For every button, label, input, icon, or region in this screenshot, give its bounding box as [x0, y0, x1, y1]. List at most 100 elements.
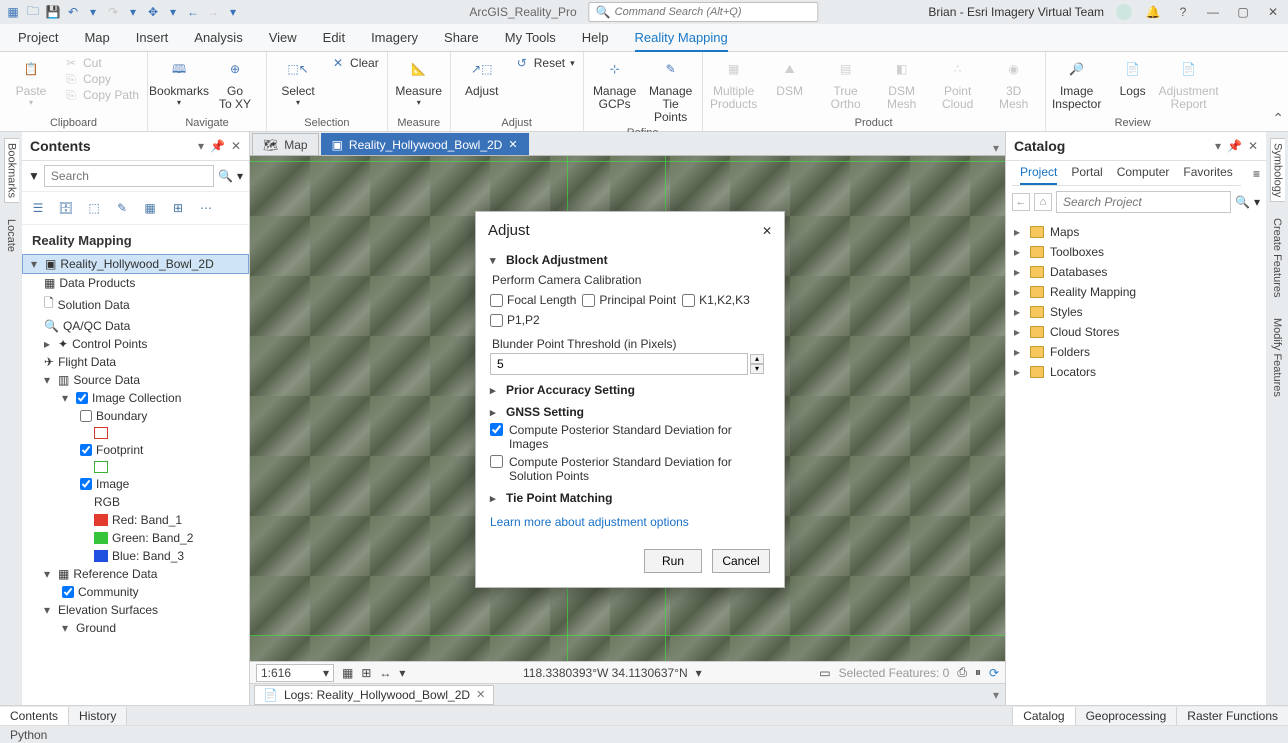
tree-node[interactable]: 🔍QA/QC Data — [22, 317, 249, 335]
status-btn-icon[interactable]: ⊞ — [361, 666, 371, 680]
vtab-create-features[interactable]: Create Features — [1270, 214, 1284, 301]
list-by-selection-icon[interactable]: ⬚ — [84, 198, 104, 218]
save-icon[interactable]: 💾 — [46, 5, 60, 19]
section-tie-point[interactable]: ▸Tie Point Matching — [490, 491, 770, 505]
catalog-tab-portal[interactable]: Portal — [1071, 165, 1102, 185]
status-btn-icon[interactable]: ▦ — [342, 666, 353, 680]
tree-project-node[interactable]: ▾▣Reality_Hollywood_Bowl_2D — [22, 254, 249, 274]
python-bar[interactable]: Python — [0, 725, 1288, 743]
measure-button[interactable]: 📐Measure▾ — [396, 56, 442, 108]
tree-node[interactable]: ▦Data Products — [22, 274, 249, 292]
spin-up-icon[interactable]: ▴ — [750, 354, 764, 364]
vtab-locate[interactable]: Locate — [4, 215, 18, 256]
menu-mytools[interactable]: My Tools — [505, 30, 556, 45]
layer-checkbox[interactable] — [62, 586, 74, 598]
k123-checkbox[interactable]: K1,K2,K3 — [682, 293, 750, 307]
menu-analysis[interactable]: Analysis — [194, 30, 242, 45]
tree-node[interactable]: ▸✦Control Points — [22, 335, 249, 353]
pin-icon[interactable]: 📌 — [210, 139, 225, 153]
command-search-input[interactable] — [615, 6, 812, 18]
bottom-tab-raster-functions[interactable]: Raster Functions — [1176, 707, 1288, 725]
layer-checkbox[interactable] — [80, 410, 92, 422]
list-by-editing-icon[interactable]: ✎ — [112, 198, 132, 218]
qat-customize-icon[interactable]: ▾ — [226, 5, 240, 19]
map-view[interactable]: Adjust ✕ ▾Block Adjustment Perform Camer… — [250, 156, 1005, 661]
catalog-menu-icon[interactable]: ≡ — [1253, 167, 1260, 181]
catalog-tab-project[interactable]: Project — [1020, 165, 1057, 185]
search-options-icon[interactable]: ▾ — [237, 169, 243, 183]
close-tab-icon[interactable]: ✕ — [476, 688, 485, 701]
refresh-icon[interactable]: ⟳ — [989, 666, 999, 680]
snapping-icon[interactable]: ⎙ — [957, 665, 967, 680]
tree-node[interactable]: ✈Flight Data — [22, 353, 249, 371]
open-icon[interactable]: 🗀 — [26, 5, 40, 19]
bottom-tab-geoprocessing[interactable]: Geoprocessing — [1075, 707, 1177, 725]
select-button[interactable]: ⬚↖Select▾ — [275, 56, 321, 108]
catalog-item[interactable]: ▸Toolboxes — [1008, 242, 1264, 262]
vtab-modify-features[interactable]: Modify Features — [1270, 314, 1284, 401]
catalog-tab-computer[interactable]: Computer — [1117, 165, 1170, 185]
menu-insert[interactable]: Insert — [136, 30, 169, 45]
menu-reality-mapping[interactable]: Reality Mapping — [635, 30, 728, 52]
status-btn-icon[interactable]: ▾ — [399, 666, 405, 680]
tree-node[interactable]: Boundary — [22, 407, 249, 425]
doc-tab-reality[interactable]: ▣Reality_Hollywood_Bowl_2D✕ — [321, 133, 529, 155]
menu-edit[interactable]: Edit — [323, 30, 345, 45]
back-icon[interactable]: ← — [186, 5, 200, 19]
posterior-images-checkbox[interactable] — [490, 423, 503, 436]
logs-button[interactable]: 📄Logs — [1110, 56, 1156, 98]
principal-point-checkbox[interactable]: Principal Point — [582, 293, 676, 307]
reset-button[interactable]: ↺Reset ▾ — [515, 56, 575, 70]
catalog-item[interactable]: ▸Cloud Stores — [1008, 322, 1264, 342]
catalog-tab-favorites[interactable]: Favorites — [1183, 165, 1232, 185]
p12-checkbox[interactable]: P1,P2 — [490, 313, 540, 327]
section-prior-accuracy[interactable]: ▸Prior Accuracy Setting — [490, 383, 770, 397]
selection-chip-icon[interactable]: ▭ — [819, 666, 830, 680]
tree-node[interactable]: ▾Ground — [22, 619, 249, 637]
focal-length-checkbox[interactable]: Focal Length — [490, 293, 576, 307]
list-by-snapping-icon[interactable]: ▦ — [140, 198, 160, 218]
maximize-icon[interactable]: ▢ — [1234, 3, 1252, 21]
section-gnss[interactable]: ▸GNSS Setting — [490, 405, 770, 419]
catalog-item[interactable]: ▸Databases — [1008, 262, 1264, 282]
menu-project[interactable]: Project — [18, 30, 58, 45]
redo-icon[interactable]: ↷ — [106, 5, 120, 19]
catalog-item[interactable]: ▸Reality Mapping — [1008, 282, 1264, 302]
user-avatar[interactable] — [1116, 4, 1132, 20]
menu-view[interactable]: View — [269, 30, 297, 45]
user-label[interactable]: Brian - Esri Imagery Virtual Team — [928, 5, 1104, 19]
pin-icon[interactable]: 📌 — [1227, 139, 1242, 153]
tree-node[interactable]: ▾▥Source Data — [22, 371, 249, 389]
manage-tie-points-button[interactable]: ✎Manage Tie Points — [648, 56, 694, 125]
go-to-xy-button[interactable]: ⊕Go To XY — [212, 56, 258, 111]
contents-search-input[interactable] — [44, 165, 214, 187]
undo-icon[interactable]: ↶ — [66, 5, 80, 19]
logs-tab[interactable]: 📄Logs: Reality_Hollywood_Bowl_2D✕ — [254, 685, 494, 705]
close-tab-icon[interactable]: ✕ — [508, 138, 517, 151]
panel-menu-icon[interactable]: ▾ — [198, 139, 204, 153]
notifications-icon[interactable]: 🔔 — [1144, 3, 1162, 21]
image-inspector-button[interactable]: 🔎Image Inspector — [1054, 56, 1100, 111]
tree-node[interactable]: 🗋Solution Data — [22, 292, 249, 317]
panel-menu-icon[interactable]: ▾ — [1215, 139, 1221, 153]
tree-node[interactable]: Community — [22, 583, 249, 601]
list-by-source-icon[interactable]: 🗄 — [56, 198, 76, 218]
blunder-input[interactable] — [490, 353, 748, 375]
bookmarks-button[interactable]: 🕮Bookmarks▾ — [156, 56, 202, 108]
panel-close-icon[interactable]: ✕ — [231, 139, 241, 153]
list-by-labeling-icon[interactable]: ⊞ — [168, 198, 188, 218]
tab-menu-icon[interactable]: ▾ — [987, 141, 1005, 155]
layer-checkbox[interactable] — [80, 478, 92, 490]
run-button[interactable]: Run — [644, 549, 702, 573]
menu-share[interactable]: Share — [444, 30, 479, 45]
more-icon[interactable]: ⋯ — [196, 198, 216, 218]
tree-node[interactable]: ▾Image Collection — [22, 389, 249, 407]
home-icon[interactable]: ⌂ — [1034, 193, 1052, 211]
search-options-icon[interactable]: ▾ — [1254, 195, 1260, 209]
manage-gcps-button[interactable]: ⊹Manage GCPs — [592, 56, 638, 111]
menu-map[interactable]: Map — [84, 30, 109, 45]
spin-down-icon[interactable]: ▾ — [750, 364, 764, 374]
search-icon[interactable]: 🔍 — [1235, 195, 1250, 209]
status-btn-icon[interactable]: ↔ — [379, 666, 391, 680]
clear-button[interactable]: ✕Clear — [331, 56, 379, 70]
